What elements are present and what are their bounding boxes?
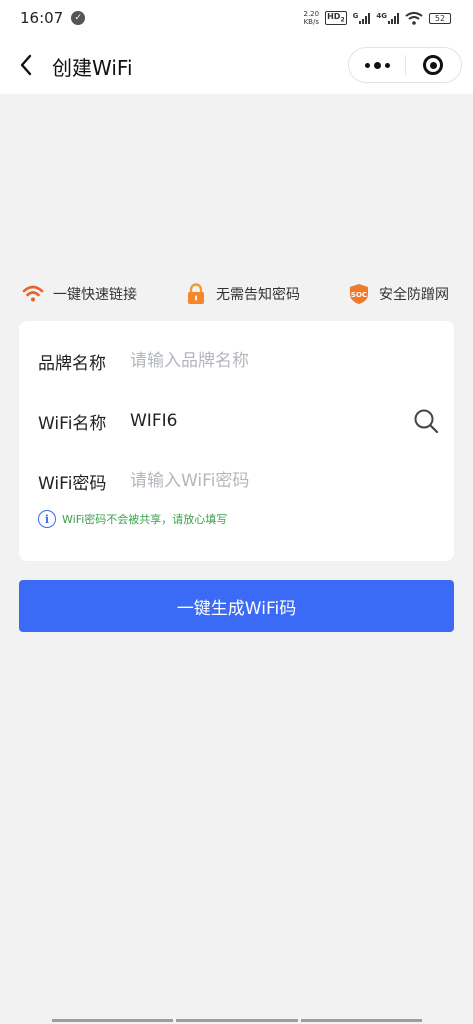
battery-icon: 52 xyxy=(429,12,451,24)
more-dot-icon xyxy=(384,62,390,68)
wifi-form-card: 品牌名称 WiFi名称 WiFi密码 i WiFi密码不会被共享，请放心填写 xyxy=(19,321,454,561)
wifi-status-icon xyxy=(405,11,423,25)
feature-label: 一键快速链接 xyxy=(53,287,137,303)
hd-label: HD xyxy=(327,11,341,21)
wifi-password-label: WiFi密码 xyxy=(38,473,107,494)
password-hint: i WiFi密码不会被共享，请放心填写 xyxy=(38,510,227,528)
close-button[interactable] xyxy=(406,47,461,83)
wifi-name-label: WiFi名称 xyxy=(38,413,107,434)
signal-2-icon: 4G xyxy=(376,12,399,24)
lock-icon xyxy=(185,283,207,305)
hd-sub: 2 xyxy=(340,16,345,24)
soc-shield-text: SOC xyxy=(351,291,367,299)
wifi-icon xyxy=(22,283,44,305)
signal-1-icon: G xyxy=(353,12,371,24)
status-left: 16:07 ✓ xyxy=(20,9,86,27)
brand-row: 品牌名称 xyxy=(38,346,400,376)
network-speed: 2.20 KB/s xyxy=(304,10,320,26)
wifi-name-input[interactable] xyxy=(130,411,400,431)
wifi-name-row: WiFi名称 xyxy=(38,406,400,436)
notification-icon: ✓ xyxy=(71,11,86,25)
status-right: 2.20 KB/s HD2 G 4G 52 xyxy=(304,10,451,26)
feature-label: 安全防蹭网 xyxy=(379,287,449,303)
wifi-password-input[interactable] xyxy=(130,471,400,491)
features-row: 一键快速链接 无需告知密码 SOC 安全防蹭网 xyxy=(0,281,473,307)
search-icon[interactable] xyxy=(412,407,440,435)
info-icon: i xyxy=(38,510,56,528)
brand-input[interactable] xyxy=(130,351,400,371)
soc-shield-icon: SOC xyxy=(348,283,370,305)
feature-quick-connect: 一键快速链接 xyxy=(22,281,137,307)
hd-icon: HD2 xyxy=(325,10,347,26)
status-bar: 16:07 ✓ 2.20 KB/s HD2 G 4G 52 xyxy=(0,0,473,36)
network-speed-value: 2.20 xyxy=(303,10,320,18)
feature-no-password: 无需告知密码 xyxy=(185,281,300,307)
more-dot-icon xyxy=(373,61,381,69)
brand-label: 品牌名称 xyxy=(38,353,106,374)
generate-wifi-code-button[interactable]: 一键生成WiFi码 xyxy=(19,580,454,632)
status-time: 16:07 xyxy=(20,9,64,27)
feature-label: 无需告知密码 xyxy=(216,287,300,303)
signal-1-label: G xyxy=(352,12,359,20)
network-speed-unit: KB/s xyxy=(303,18,319,26)
wifi-password-row: WiFi密码 xyxy=(38,466,400,496)
page-title: 创建WiFi xyxy=(52,56,133,80)
mini-program-capsule xyxy=(348,47,462,83)
battery-level: 52 xyxy=(434,13,446,23)
more-dot-icon xyxy=(364,62,370,68)
gesture-bar xyxy=(52,1019,422,1022)
nav-bar: 创建WiFi xyxy=(0,36,473,94)
signal-2-label: 4G xyxy=(376,12,387,20)
target-icon xyxy=(423,55,444,75)
hint-text: WiFi密码不会被共享，请放心填写 xyxy=(62,513,228,526)
back-icon[interactable] xyxy=(14,50,38,80)
more-button[interactable] xyxy=(349,47,405,83)
feature-anti-leech: SOC 安全防蹭网 xyxy=(348,281,449,307)
